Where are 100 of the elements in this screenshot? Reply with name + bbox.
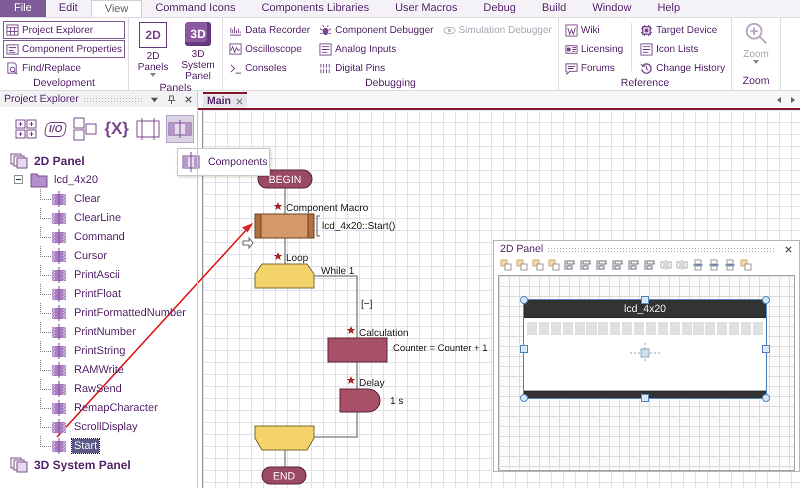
display-title: lcd_4x20 xyxy=(524,300,766,318)
resize-handle[interactable] xyxy=(762,345,770,353)
ribbon-button[interactable]: Consoles xyxy=(226,59,314,77)
tree-item[interactable]: Command xyxy=(72,230,127,244)
ribbon-button[interactable]: Forums xyxy=(562,59,626,77)
tree-item[interactable]: lcd_4x20 xyxy=(52,172,100,186)
pin-icon[interactable] xyxy=(167,94,176,104)
menu-tab[interactable]: Command Icons xyxy=(142,0,248,17)
align-icon[interactable] xyxy=(644,259,656,271)
cube-icon: 3D xyxy=(185,22,212,46)
editor-tab[interactable]: Main xyxy=(203,92,247,108)
align-icon[interactable] xyxy=(628,259,640,271)
layer-icon[interactable] xyxy=(740,259,752,271)
close-icon[interactable] xyxy=(184,94,193,104)
ribbon-button[interactable]: Licensing xyxy=(562,40,626,58)
resize-handle[interactable] xyxy=(762,394,770,402)
ribbon-button[interactable]: Icon Lists xyxy=(637,40,728,58)
tree-item[interactable]: 3D System Panel xyxy=(32,456,133,472)
scroll-left-icon[interactable] xyxy=(775,96,783,104)
macro-icon xyxy=(50,380,68,396)
tree-item[interactable]: PrintFloat xyxy=(72,286,124,300)
resize-handle[interactable] xyxy=(641,394,649,402)
resize-handle[interactable] xyxy=(520,345,528,353)
menu-tab[interactable]: User Macros xyxy=(382,0,470,17)
align-icon[interactable] xyxy=(580,259,592,271)
macro-shape[interactable] xyxy=(254,214,314,238)
ribbon-button[interactable]: Data Recorder xyxy=(226,21,314,39)
ribbon-button[interactable]: Component Properties xyxy=(3,40,126,58)
ribbon-button[interactable]: Analog Inputs xyxy=(316,40,436,58)
group-label: Development xyxy=(32,77,96,91)
tree-item[interactable]: Clear xyxy=(72,192,102,206)
scroll-right-icon[interactable] xyxy=(789,96,797,104)
ribbon-button[interactable]: Oscilloscope xyxy=(226,40,314,58)
macro-icon xyxy=(50,304,68,320)
tree-item[interactable]: PrintString xyxy=(72,344,128,358)
ribbon-button[interactable]: Project Explorer xyxy=(3,21,126,39)
frame-icon xyxy=(134,117,161,141)
document-icon xyxy=(564,24,578,36)
menu-tab[interactable]: Debug xyxy=(470,0,529,17)
resize-handle[interactable] xyxy=(520,394,528,402)
menu-tab[interactable]: View xyxy=(90,0,142,17)
layer-icon[interactable] xyxy=(516,259,528,271)
align-icon[interactable] xyxy=(612,259,624,271)
star-icon xyxy=(274,202,282,210)
loop-shape[interactable] xyxy=(254,264,314,288)
character-cell xyxy=(646,322,656,335)
resize-handle[interactable] xyxy=(762,296,770,304)
node-label: Calculation xyxy=(359,328,408,339)
menu-tab[interactable]: Build xyxy=(528,0,580,17)
terminator-shape[interactable] xyxy=(262,466,306,484)
ribbon-button[interactable]: Component Debugger xyxy=(316,21,436,39)
character-cell xyxy=(682,322,692,335)
tree-item[interactable]: ScrollDisplay xyxy=(72,420,140,434)
menu-tab[interactable]: Edit xyxy=(46,0,91,17)
terminator-label: END xyxy=(272,470,296,482)
delay-shape[interactable] xyxy=(340,388,380,412)
layer-icon[interactable] xyxy=(532,259,544,271)
list-icon xyxy=(319,42,332,56)
menu-tab[interactable]: File xyxy=(0,0,46,17)
tree-item[interactable]: PrintNumber xyxy=(72,324,138,338)
ribbon-button[interactable]: Digital Pins xyxy=(316,59,436,77)
tree-item[interactable]: 2D Panel xyxy=(32,152,87,168)
tree-item[interactable]: Start xyxy=(72,438,100,452)
close-icon[interactable] xyxy=(784,244,793,254)
ribbon-button[interactable]: Find/Replace xyxy=(3,59,126,77)
layer-icon[interactable] xyxy=(500,259,512,271)
macro-icon xyxy=(50,438,68,454)
close-icon[interactable] xyxy=(236,98,243,104)
loop-end-shape[interactable] xyxy=(254,426,314,450)
resize-handle[interactable] xyxy=(520,296,528,304)
layer-icon[interactable] xyxy=(548,259,560,271)
collapse-toggle[interactable] xyxy=(14,175,23,184)
toolbar-button[interactable] xyxy=(166,115,194,143)
menu-tab[interactable]: Components Libraries xyxy=(248,0,382,17)
spacing-icon[interactable] xyxy=(708,259,720,271)
terminator-shape[interactable] xyxy=(258,170,312,188)
toolbar-button[interactable]: {X} xyxy=(103,115,130,143)
align-icon[interactable] xyxy=(564,259,576,271)
tree-item[interactable]: ClearLine xyxy=(72,210,124,224)
dropdown-icon[interactable] xyxy=(150,94,159,104)
spacing-icon[interactable] xyxy=(724,259,736,271)
ribbon-large-button[interactable]: 2D 2D Panels xyxy=(132,21,174,82)
collapse-toggle[interactable]: [−] xyxy=(361,299,372,310)
spacing-icon[interactable] xyxy=(692,259,704,271)
ribbon-button[interactable]: Change History xyxy=(637,59,728,77)
character-cell xyxy=(717,322,728,335)
ribbon-button[interactable]: Target Device xyxy=(637,21,728,39)
tree-item[interactable]: Cursor xyxy=(72,248,110,262)
node-detail: While 1 xyxy=(321,266,354,277)
lcd-display[interactable]: lcd_4x20 xyxy=(523,299,767,399)
menu-tab[interactable]: Help xyxy=(644,0,694,17)
ribbon-button[interactable]: Wiki xyxy=(562,21,626,39)
align-icon[interactable] xyxy=(596,259,608,271)
component-icon xyxy=(182,151,200,173)
ribbon-large-button[interactable]: 3D 3D System Panel xyxy=(177,21,220,82)
resize-handle[interactable] xyxy=(641,296,649,304)
tree-item[interactable]: PrintAscii xyxy=(72,268,122,282)
toolbar-button[interactable] xyxy=(134,115,162,143)
toolbar-button[interactable] xyxy=(71,115,100,143)
menu-tab[interactable]: Window xyxy=(579,0,644,17)
